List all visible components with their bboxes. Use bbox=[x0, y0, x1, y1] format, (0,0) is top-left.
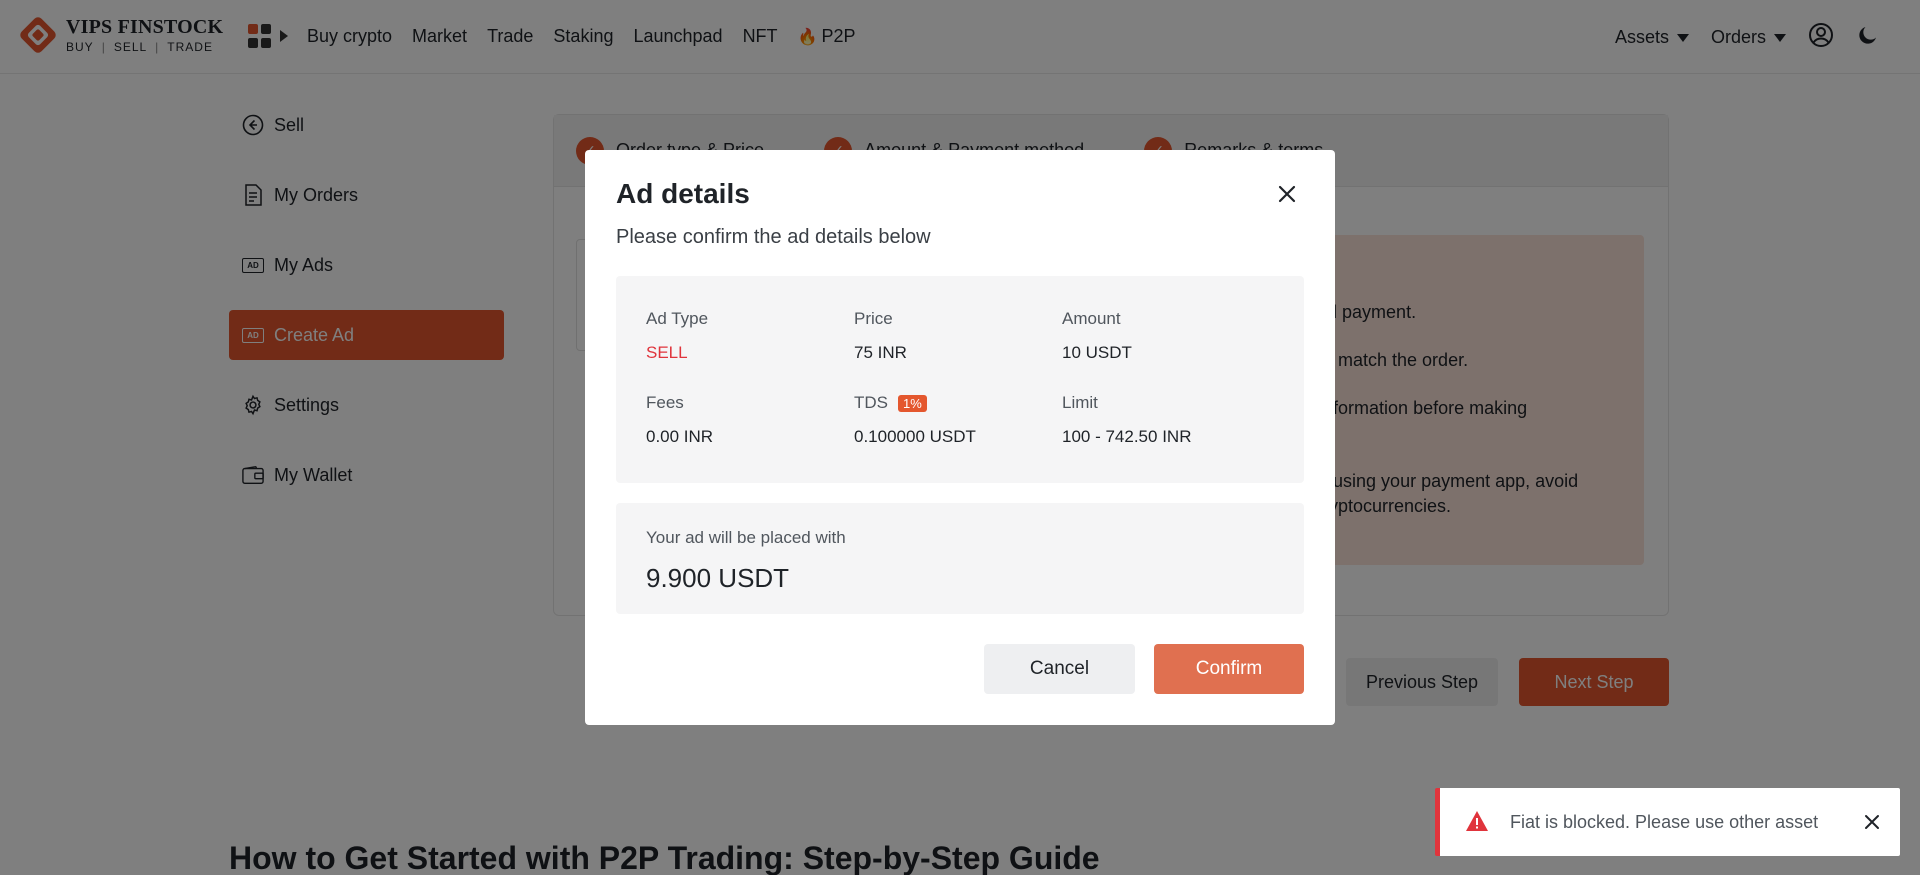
cancel-button[interactable]: Cancel bbox=[984, 644, 1135, 694]
ad-type-cell: Ad Type SELL bbox=[646, 309, 708, 363]
amount-value: 10 USDT bbox=[1062, 343, 1132, 362]
amount-cell: Amount 10 USDT bbox=[1062, 309, 1132, 363]
price-value: 75 INR bbox=[854, 343, 907, 362]
ad-details-grid: Ad Type SELL Price 75 INR Amount 10 USDT… bbox=[616, 276, 1304, 483]
ad-details-modal: Ad details Please confirm the ad details… bbox=[585, 150, 1335, 725]
placed-label: Your ad will be placed with bbox=[646, 528, 846, 547]
limit-value: 100 - 742.50 INR bbox=[1062, 427, 1192, 446]
toast-message: Fiat is blocked. Please use other asset bbox=[1510, 812, 1819, 832]
fees-cell: Fees 0.00 INR bbox=[646, 393, 713, 447]
fees-label: Fees bbox=[646, 393, 684, 412]
tds-badge: 1% bbox=[898, 394, 927, 412]
tds-value: 0.100000 USDT bbox=[854, 427, 976, 446]
tds-cell: TDS 1% 0.100000 USDT bbox=[854, 393, 976, 447]
warning-icon bbox=[1465, 810, 1489, 834]
close-icon[interactable] bbox=[1275, 182, 1299, 206]
close-icon[interactable] bbox=[1862, 812, 1882, 832]
ad-type-value: SELL bbox=[646, 343, 688, 362]
modal-subtitle: Please confirm the ad details below bbox=[616, 226, 931, 248]
limit-cell: Limit 100 - 742.50 INR bbox=[1062, 393, 1191, 447]
confirm-button[interactable]: Confirm bbox=[1154, 644, 1304, 694]
ad-type-label: Ad Type bbox=[646, 309, 709, 328]
placed-value: 9.900 USDT bbox=[646, 563, 790, 593]
modal-title: Ad details bbox=[616, 178, 750, 209]
amount-label: Amount bbox=[1062, 309, 1121, 328]
tds-label-row: TDS 1% bbox=[854, 393, 976, 413]
price-cell: Price 75 INR bbox=[854, 309, 907, 363]
limit-label: Limit bbox=[1062, 393, 1098, 412]
tds-label: TDS bbox=[854, 393, 888, 412]
placed-amount-box: Your ad will be placed with 9.900 USDT bbox=[616, 503, 1304, 614]
fees-value: 0.00 INR bbox=[646, 427, 714, 446]
price-label: Price bbox=[854, 309, 893, 328]
error-toast: Fiat is blocked. Please use other asset bbox=[1435, 788, 1900, 856]
